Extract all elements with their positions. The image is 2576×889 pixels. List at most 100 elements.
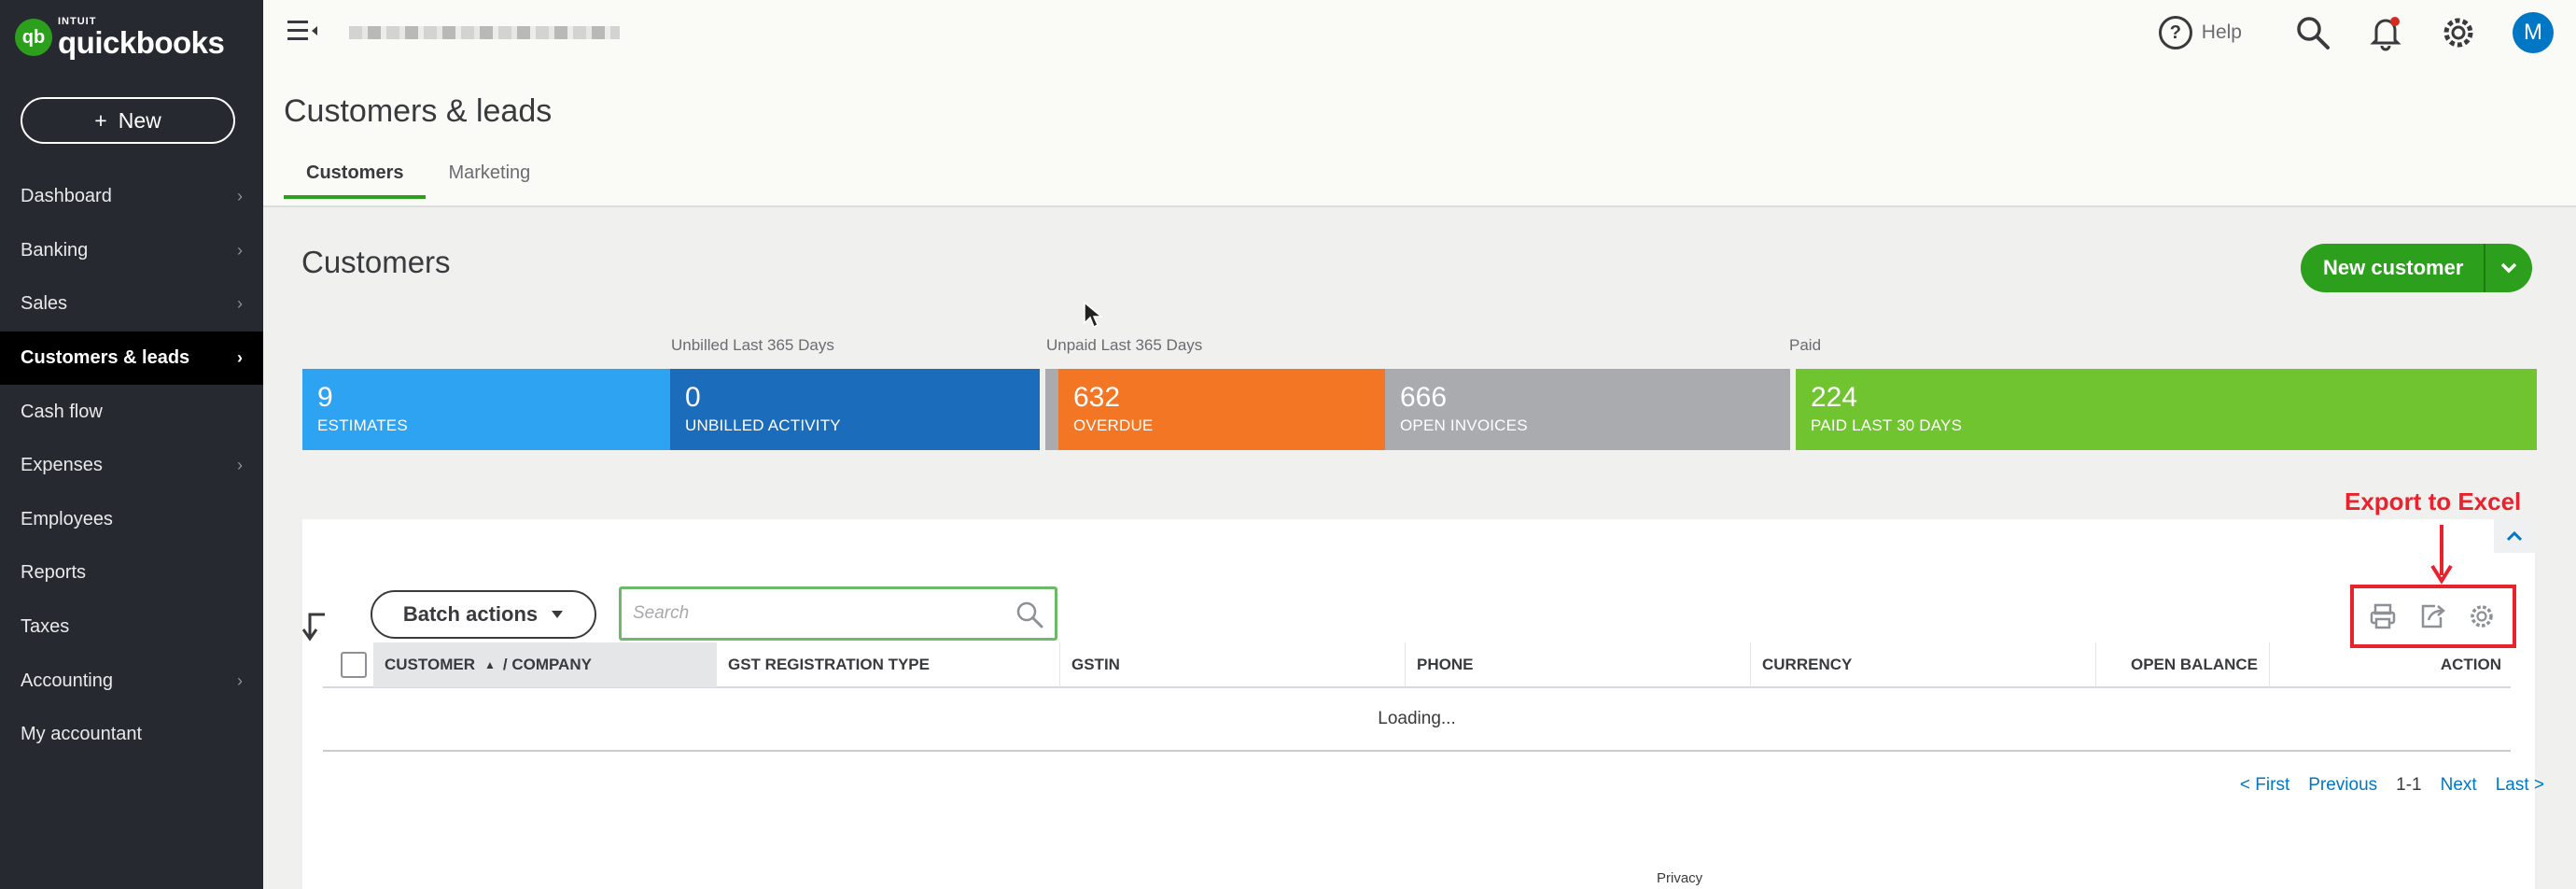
quickbooks-logo[interactable]: qb INTUIT quickbooks <box>15 17 225 60</box>
export-annotation-label: Export to Excel <box>2345 487 2522 515</box>
sidebar-item-label: Reports <box>21 562 87 584</box>
search-icon[interactable] <box>2294 14 2331 51</box>
chevron-right-icon: › <box>237 187 243 206</box>
sidebar-item-employees[interactable]: Employees <box>0 493 263 547</box>
sidebar-item-label: Customers & leads <box>21 347 190 369</box>
sidebar-item-my-accountant[interactable]: My accountant <box>0 708 263 762</box>
section-title: Customers <box>301 245 451 279</box>
menu-toggle-icon[interactable] <box>287 19 319 50</box>
sidebar-item-expenses[interactable]: Expenses › <box>0 439 263 493</box>
new-customer-dropdown[interactable] <box>2484 244 2533 292</box>
user-avatar[interactable]: M <box>2513 12 2554 53</box>
help-button[interactable]: ? Help <box>2158 16 2242 49</box>
sidebar-item-label: My accountant <box>21 724 143 745</box>
chevron-right-icon: › <box>237 348 243 368</box>
print-icon[interactable] <box>2369 602 2397 630</box>
open-invoices-segment[interactable]: 666 OPEN INVOICES <box>1385 369 1790 450</box>
privacy-link[interactable]: Privacy <box>1657 870 1702 886</box>
caret-down-icon <box>552 611 564 618</box>
unbilled-activity-segment[interactable]: 0 UNBILLED ACTIVITY <box>670 369 1040 450</box>
overdue-edge <box>1045 369 1058 450</box>
sidebar-item-label: Banking <box>21 239 89 261</box>
settings-gear-icon[interactable] <box>2440 14 2477 51</box>
chevron-down-icon <box>2501 262 2517 274</box>
pager-previous-link[interactable]: Previous <box>2308 775 2377 796</box>
segment-value: 9 <box>317 382 333 413</box>
sidebar-item-label: Sales <box>21 293 68 315</box>
search-icon[interactable] <box>1015 600 1043 628</box>
sidebar-item-banking[interactable]: Banking › <box>0 224 263 278</box>
page-header: Customers & leads Customers Marketing <box>263 65 2576 207</box>
unbilled-label: Unbilled Last 365 Days <box>671 336 834 354</box>
column-header-currency[interactable]: CURRENCY <box>1751 642 2096 687</box>
search-input[interactable] <box>633 599 1006 628</box>
help-label: Help <box>2201 21 2242 43</box>
sidebar-item-dashboard[interactable]: Dashboard › <box>0 170 263 224</box>
select-all-checkbox[interactable] <box>341 652 367 678</box>
chevron-right-icon: › <box>237 240 243 260</box>
pagination: < First Previous 1-1 Next Last > <box>2240 775 2544 796</box>
settings-gear-icon[interactable] <box>2468 602 2496 630</box>
column-header-phone[interactable]: PHONE <box>1406 642 1751 687</box>
app-root: qb INTUIT quickbooks + New Dashboard › B… <box>0 0 2576 889</box>
segment-value: 224 <box>1811 382 1858 413</box>
annotation-arrow-icon <box>2430 525 2453 585</box>
customers-content: Customers New customer Unbilled Last 365… <box>263 207 2576 889</box>
chevron-right-icon: › <box>237 456 243 475</box>
tab-marketing[interactable]: Marketing <box>426 162 553 199</box>
sidebar-item-label: Cash flow <box>21 401 103 422</box>
collapse-button[interactable] <box>2494 519 2535 553</box>
segment-value: 0 <box>685 382 701 413</box>
customers-table: CUSTOMER ▲ / COMPANY GST REGISTRATION TY… <box>323 642 2511 752</box>
pager-first-link[interactable]: < First <box>2240 775 2289 796</box>
logo-quickbooks: quickbooks <box>58 25 225 60</box>
sidebar-item-customers-leads[interactable]: Customers & leads › <box>0 331 263 386</box>
logo-text: INTUIT quickbooks <box>58 17 225 60</box>
search-box <box>619 586 1057 641</box>
chevron-right-icon: › <box>237 294 243 314</box>
column-header-gst-registration-type[interactable]: GST REGISTRATION TYPE <box>717 642 1060 687</box>
sort-arrow-icon[interactable] <box>301 609 329 642</box>
company-name-redacted <box>349 26 620 39</box>
column-header-action: ACTION <box>2440 656 2501 673</box>
batch-actions-button[interactable]: Batch actions <box>371 590 596 639</box>
new-button-label: New <box>118 107 161 133</box>
sidebar-item-label: Accounting <box>21 670 113 691</box>
new-customer-button[interactable]: New customer <box>2301 244 2485 292</box>
column-header-open-balance[interactable]: OPEN BALANCE <box>2096 642 2270 687</box>
sidebar-item-sales[interactable]: Sales › <box>0 277 263 332</box>
sidebar-item-label: Expenses <box>21 455 103 476</box>
sidebar-item-label: Employees <box>21 508 113 529</box>
segment-value: 666 <box>1400 382 1448 413</box>
pager-last-link[interactable]: Last > <box>2496 775 2544 796</box>
sidebar-item-taxes[interactable]: Taxes <box>0 600 263 655</box>
sidebar-item-accounting[interactable]: Accounting › <box>0 654 263 708</box>
mouse-cursor-icon <box>1084 301 1103 329</box>
segment-label: UNBILLED ACTIVITY <box>685 416 841 434</box>
export-icon[interactable] <box>2418 602 2446 630</box>
overdue-segment[interactable]: 632 OVERDUE <box>1058 369 1385 450</box>
money-bar: 9 ESTIMATES 0 UNBILLED ACTIVITY 632 OVER… <box>302 369 2537 450</box>
pager-next-link[interactable]: Next <box>2441 775 2477 796</box>
qb-logo-icon: qb <box>15 19 52 56</box>
sidebar-item-cash-flow[interactable]: Cash flow <box>0 385 263 439</box>
new-button[interactable]: + New <box>21 97 235 144</box>
sidebar-item-label: Taxes <box>21 616 70 638</box>
sidebar-item-label: Dashboard <box>21 186 112 207</box>
top-bar: ? Help M <box>263 0 2576 65</box>
segment-label: ESTIMATES <box>317 416 408 434</box>
notifications-bell-icon[interactable] <box>2367 14 2404 51</box>
page-title: Customers & leads <box>284 93 553 129</box>
loading-text: Loading... <box>1378 709 1456 728</box>
paid-label: Paid <box>1789 336 1822 354</box>
tab-customers[interactable]: Customers <box>284 162 427 199</box>
sidebar: qb INTUIT quickbooks + New Dashboard › B… <box>0 0 263 889</box>
sidebar-nav: Dashboard › Banking › Sales › Customers … <box>0 170 263 762</box>
paid-segment[interactable]: 224 PAID LAST 30 DAYS <box>1796 369 2537 450</box>
sidebar-item-reports[interactable]: Reports <box>0 546 263 600</box>
estimates-segment[interactable]: 9 ESTIMATES <box>302 369 670 450</box>
column-header-gstin[interactable]: GSTIN <box>1060 642 1406 687</box>
column-header-customer[interactable]: CUSTOMER ▲ / COMPANY <box>373 642 717 687</box>
segment-label: OVERDUE <box>1073 416 1154 434</box>
table-header-row: CUSTOMER ▲ / COMPANY GST REGISTRATION TY… <box>323 642 2511 688</box>
